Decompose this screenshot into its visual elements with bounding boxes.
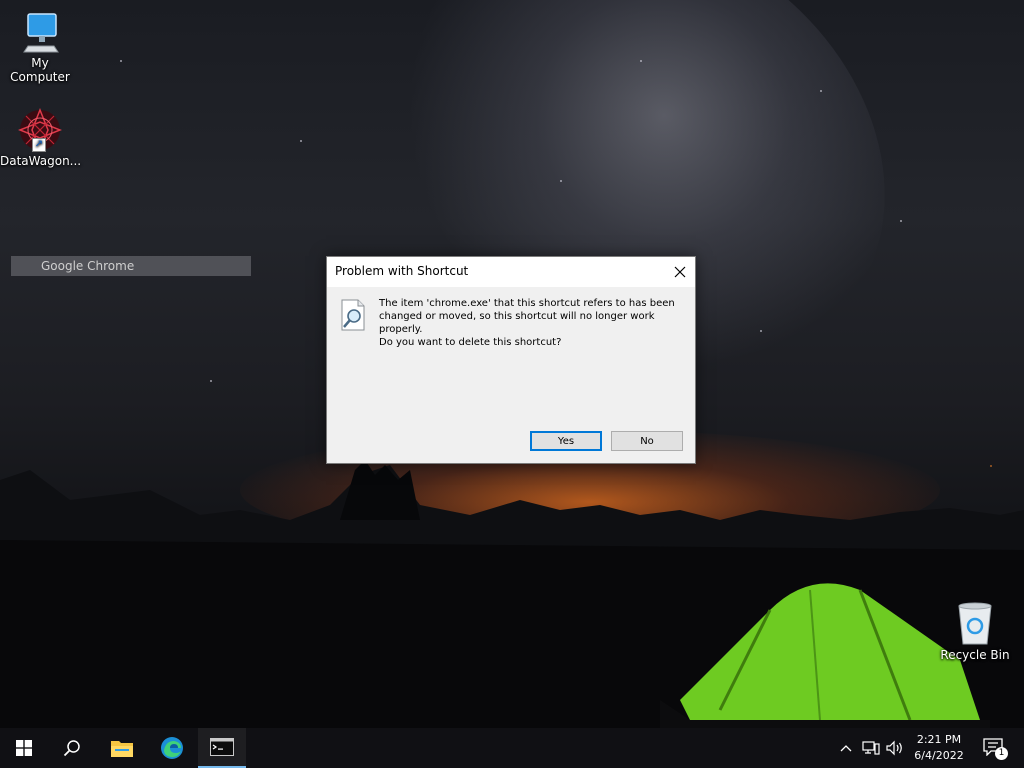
star	[120, 60, 122, 62]
volume-button[interactable]	[884, 728, 906, 768]
star	[560, 180, 562, 182]
star	[900, 220, 902, 222]
taskbar-clock[interactable]: 2:21 PM 6/4/2022	[906, 732, 972, 764]
network-button[interactable]	[860, 728, 882, 768]
taskbar-terminal[interactable]	[198, 728, 246, 768]
taskbar-file-explorer[interactable]	[98, 728, 146, 768]
file-explorer-icon	[111, 741, 133, 757]
problem-with-shortcut-dialog: Problem with Shortcut The item 'chrome.e…	[326, 256, 696, 464]
clock-time: 2:21 PM	[916, 733, 962, 746]
shortcut-arrow-icon: ↗	[32, 138, 46, 152]
desktop-icon-my-computer[interactable]: My Computer	[0, 10, 80, 84]
terminal-icon	[210, 738, 234, 756]
start-icon	[16, 740, 32, 756]
desktop-icon-label: DataWagon...	[0, 154, 82, 168]
dialog-message: The item 'chrome.exe' that this shortcut…	[379, 298, 675, 335]
search-document-icon	[341, 299, 365, 331]
speaker-icon	[886, 740, 902, 756]
search-button[interactable]	[48, 728, 96, 768]
no-button[interactable]: No	[611, 431, 683, 451]
dialog-titlebar[interactable]: Problem with Shortcut	[327, 257, 695, 287]
taskbar-edge[interactable]	[148, 728, 196, 768]
drag-ghost-google-chrome: Google Chrome	[11, 256, 251, 276]
star	[760, 330, 762, 332]
close-icon	[674, 266, 686, 278]
dialog-question: Do you want to delete this shortcut?	[379, 337, 562, 348]
search-icon	[63, 740, 80, 757]
desktop-icon-recycle-bin[interactable]: Recycle Bin	[935, 600, 1015, 662]
star	[640, 60, 642, 62]
edge-icon	[161, 737, 183, 759]
desktop-icon-label: Recycle Bin	[940, 648, 1010, 662]
star	[210, 380, 212, 382]
desktop-icon-datawagon[interactable]: ↗ DataWagon...	[0, 108, 82, 168]
star	[820, 90, 822, 92]
yes-button[interactable]: Yes	[530, 431, 602, 451]
computer-icon	[23, 13, 59, 53]
action-center-button[interactable]: 1	[978, 728, 1010, 768]
network-icon	[862, 741, 880, 755]
clock-date: 6/4/2022	[914, 749, 964, 762]
chevron-up-icon	[840, 745, 852, 752]
show-hidden-icons-button[interactable]	[836, 728, 856, 768]
dialog-title: Problem with Shortcut	[335, 264, 469, 278]
start-button[interactable]	[0, 728, 48, 768]
star	[300, 140, 302, 142]
desktop-icon-label: My Computer	[10, 56, 70, 84]
dialog-body: The item 'chrome.exe' that this shortcut…	[327, 287, 695, 463]
taskbar: 2:21 PM 6/4/2022 1	[0, 728, 1024, 768]
recycle-bin-icon	[958, 602, 992, 645]
close-button[interactable]	[665, 257, 695, 287]
notification-badge: 1	[995, 747, 1008, 760]
